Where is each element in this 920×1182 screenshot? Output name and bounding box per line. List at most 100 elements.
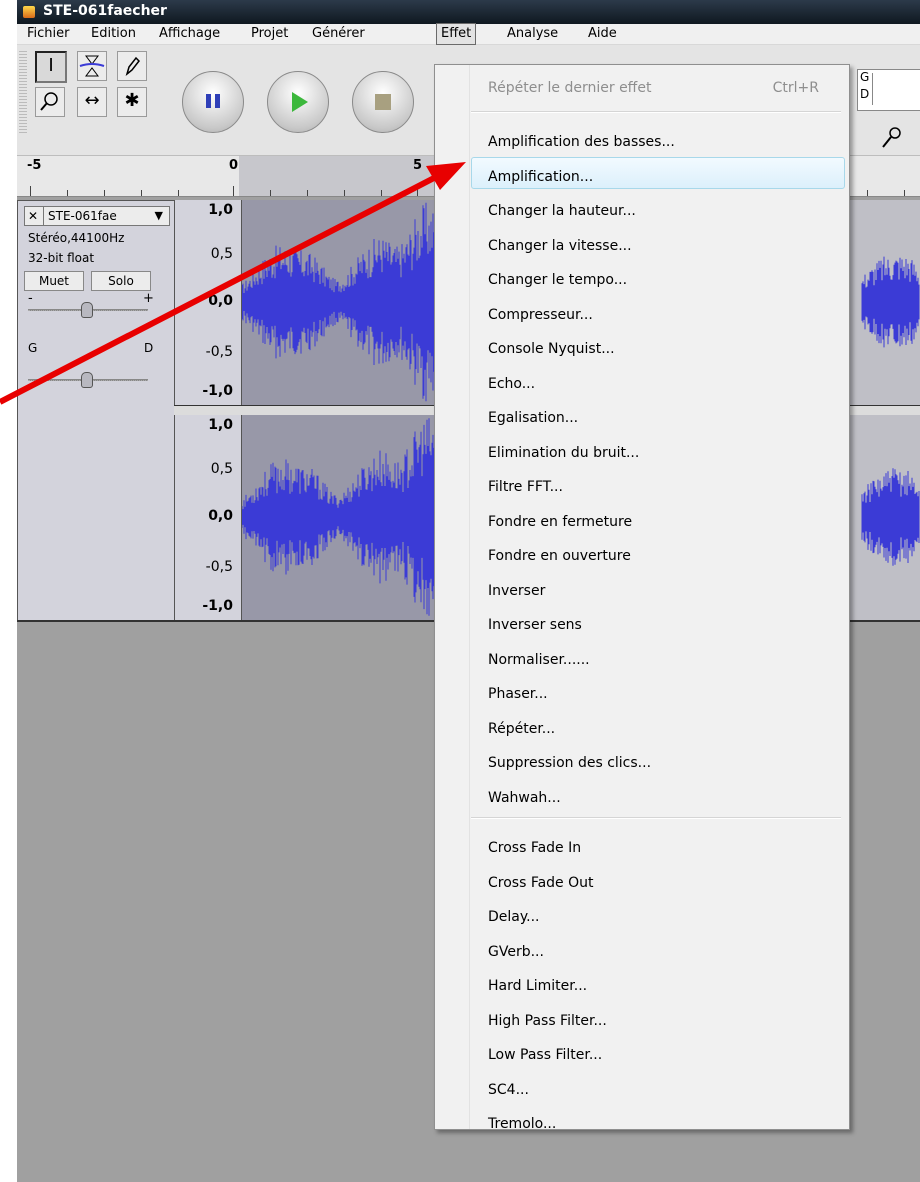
scale-label: 1,0	[208, 202, 233, 218]
gain-slider-thumb[interactable]	[81, 302, 93, 318]
ruler-tick	[30, 186, 31, 196]
title-bar: STE-061faecher	[17, 0, 920, 24]
menu-item-effect[interactable]: Cross Fade Out	[488, 875, 594, 891]
meter-label-left: G	[860, 70, 870, 84]
ruler-tick	[141, 190, 142, 196]
menu-item-effect[interactable]: Amplification...	[488, 169, 593, 185]
amplitude-scale-left: 1,0 0,5 0,0 -0,5 -1,0	[174, 200, 242, 405]
ruler-tick	[104, 190, 105, 196]
draw-tool-icon[interactable]	[117, 51, 147, 81]
pan-slider-thumb[interactable]	[81, 372, 93, 388]
pause-button[interactable]	[182, 71, 244, 133]
track-format: Stéréo,44100Hz	[28, 231, 125, 245]
play-button[interactable]	[267, 71, 329, 133]
menu-separator	[471, 111, 841, 113]
menu-fichier[interactable]: Fichier	[21, 24, 76, 44]
window-title: STE-061faecher	[43, 3, 167, 19]
menu-item-shortcut: Ctrl+R	[772, 80, 819, 96]
track-name-divider	[43, 207, 44, 225]
zoom-tool-icon[interactable]	[35, 87, 65, 117]
solo-button[interactable]: Solo	[91, 271, 151, 291]
time-shift-tool-icon[interactable]: ↔	[77, 87, 107, 117]
pan-left-label: G	[28, 341, 38, 355]
menu-item-effect[interactable]: Amplification des basses...	[488, 134, 675, 150]
meter-label-right: D	[860, 87, 870, 101]
menu-separator	[471, 817, 841, 819]
ruler-tick	[904, 190, 905, 196]
microphone-icon[interactable]	[877, 125, 907, 153]
audacity-app-icon	[23, 6, 35, 18]
ruler-tick	[381, 190, 382, 196]
envelope-tool-icon[interactable]	[77, 51, 107, 81]
selection-tool-icon[interactable]: I	[35, 51, 67, 83]
track-control-panel: ✕ STE-061fae ▼ Stéréo,44100Hz 32-bit flo…	[17, 200, 176, 622]
menu-item-effect[interactable]: Inverser	[488, 583, 545, 599]
menu-aide[interactable]: Aide	[582, 24, 623, 44]
ruler-tick	[344, 190, 345, 196]
menu-item-effect[interactable]: High Pass Filter...	[488, 1013, 607, 1029]
menu-item-effect[interactable]: Répéter...	[488, 721, 555, 737]
menu-item-effect[interactable]: Wahwah...	[488, 790, 561, 806]
menu-item-effect[interactable]: Console Nyquist...	[488, 341, 615, 357]
scale-label: -1,0	[202, 383, 233, 399]
ruler-tick	[867, 190, 868, 196]
menu-item-effect[interactable]: Elimination du bruit...	[488, 445, 639, 461]
track-bit-depth: 32-bit float	[28, 251, 95, 265]
scale-label: -0,5	[205, 559, 233, 575]
mute-button[interactable]: Muet	[24, 271, 84, 291]
menu-item-effect[interactable]: Compresseur...	[488, 307, 593, 323]
ruler-tick	[67, 190, 68, 196]
scale-label: 0,5	[210, 246, 233, 262]
ruler-selection	[239, 156, 439, 196]
menu-bar: Fichier Edition Affichage Projet Générer…	[17, 23, 920, 45]
menu-analyse[interactable]: Analyse	[501, 24, 564, 44]
ruler-tick	[233, 186, 234, 196]
track-name-dropdown[interactable]: ✕ STE-061fae ▼	[24, 206, 170, 226]
pan-right-label: D	[144, 341, 154, 355]
ruler-tick	[178, 190, 179, 196]
menu-item-effect[interactable]: Normaliser......	[488, 652, 590, 668]
menu-item-effect[interactable]: Delay...	[488, 909, 540, 925]
menu-item-effect[interactable]: Low Pass Filter...	[488, 1047, 602, 1063]
menu-icon-strip	[435, 65, 470, 1129]
ruler-tick-label: 5	[413, 158, 423, 173]
menu-item-effect[interactable]: Cross Fade In	[488, 840, 581, 856]
scale-label: 0,0	[208, 508, 233, 524]
stop-button[interactable]	[352, 71, 414, 133]
app-window: STE-061faecher Fichier Edition Affichage…	[17, 0, 920, 1182]
multi-tool-icon[interactable]: ✱	[117, 87, 147, 117]
menu-effet[interactable]: Effet	[436, 23, 477, 45]
track-name: STE-061fae	[48, 209, 117, 223]
menu-item-repeat-last-effect[interactable]: Répéter le dernier effet	[488, 80, 651, 96]
ruler-tick	[270, 190, 271, 196]
menu-affichage[interactable]: Affichage	[153, 24, 226, 44]
menu-item-effect[interactable]: Egalisation...	[488, 410, 578, 426]
close-track-icon[interactable]: ✕	[28, 207, 38, 225]
menu-generer[interactable]: Générer	[306, 24, 371, 44]
gain-plus-label: +	[143, 291, 154, 306]
toolbar-grip[interactable]	[19, 51, 27, 135]
menu-item-effect[interactable]: Tremolo...	[488, 1116, 556, 1132]
menu-item-effect[interactable]: Echo...	[488, 376, 535, 392]
scale-label: -1,0	[202, 598, 233, 614]
menu-item-effect[interactable]: Inverser sens	[488, 617, 582, 633]
menu-item-effect[interactable]: Changer la vitesse...	[488, 238, 632, 254]
menu-edition[interactable]: Edition	[85, 24, 142, 44]
menu-projet[interactable]: Projet	[245, 24, 294, 44]
menu-item-effect[interactable]: Fondre en ouverture	[488, 548, 631, 564]
menu-item-effect[interactable]: SC4...	[488, 1082, 529, 1098]
menu-item-effect[interactable]: Hard Limiter...	[488, 978, 587, 994]
menu-item-effect[interactable]: GVerb...	[488, 944, 544, 960]
ruler-tick-label: -5	[27, 158, 42, 173]
menu-item-effect[interactable]: Fondre en fermeture	[488, 514, 632, 530]
effect-menu-dropdown: Répéter le dernier effet Ctrl+R Amplific…	[434, 64, 850, 1132]
menu-item-effect[interactable]: Changer le tempo...	[488, 272, 627, 288]
menu-item-effect[interactable]: Phaser...	[488, 686, 548, 702]
ruler-tick	[417, 186, 418, 196]
menu-item-effect[interactable]: Changer la hauteur...	[488, 203, 636, 219]
scale-label: 1,0	[208, 417, 233, 433]
menu-item-effect[interactable]: Suppression des clics...	[488, 755, 651, 771]
menu-item-effect[interactable]: Filtre FFT...	[488, 479, 563, 495]
scale-label: 0,0	[208, 293, 233, 309]
play-icon	[268, 72, 328, 132]
